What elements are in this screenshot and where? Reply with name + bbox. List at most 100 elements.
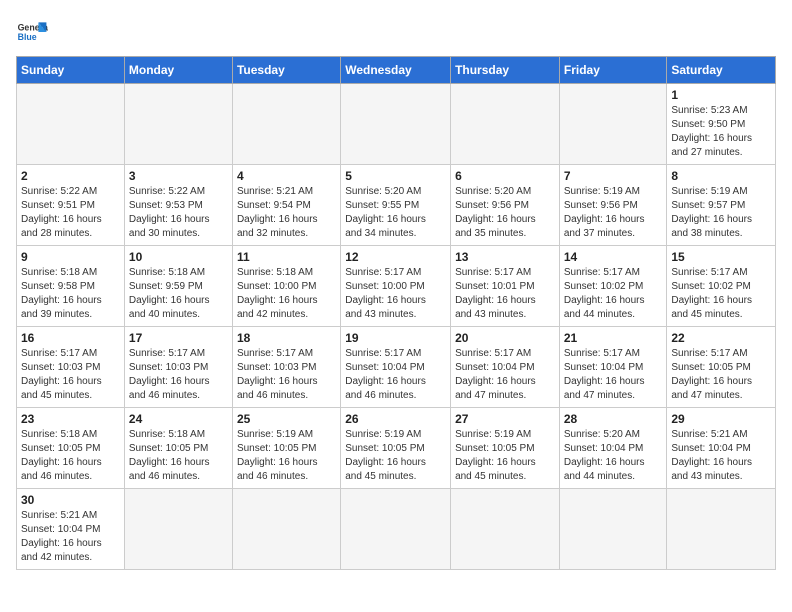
calendar-cell (124, 84, 232, 165)
page-header: General Blue (16, 16, 776, 48)
calendar-cell: 22 Sunrise: 5:17 AM Sunset: 10:05 PM Dayl… (667, 327, 776, 408)
calendar-cell (559, 489, 667, 570)
day-info: Sunrise: 5:17 AM Sunset: 10:04 PM Daylig… (564, 347, 663, 403)
day-number: 7 (564, 169, 663, 183)
weekday-header-monday: Monday (124, 57, 232, 84)
calendar-cell: 1Sunrise: 5:23 AM Sunset: 9:50 PM Daylig… (667, 84, 776, 165)
calendar-table: SundayMondayTuesdayWednesdayThursdayFrid… (16, 56, 776, 570)
calendar-cell: 9 Sunrise: 5:18 AM Sunset: 9:58 PM Daylig… (17, 246, 125, 327)
day-info: Sunrise: 5:17 AM Sunset: 10:04 PM Daylig… (455, 347, 555, 403)
day-number: 24 (129, 412, 228, 426)
weekday-header-row: SundayMondayTuesdayWednesdayThursdayFrid… (17, 57, 776, 84)
day-info: Sunrise: 5:17 AM Sunset: 10:01 PM Daylig… (455, 266, 555, 322)
calendar-cell (341, 489, 451, 570)
day-number: 16 (21, 331, 120, 345)
calendar-cell: 4 Sunrise: 5:21 AM Sunset: 9:54 PM Daylig… (232, 165, 340, 246)
weekday-header-thursday: Thursday (451, 57, 560, 84)
calendar-cell (17, 84, 125, 165)
calendar-cell: 15 Sunrise: 5:17 AM Sunset: 10:02 PM Dayl… (667, 246, 776, 327)
day-number: 1 (671, 88, 771, 102)
calendar-week-row: 9 Sunrise: 5:18 AM Sunset: 9:58 PM Daylig… (17, 246, 776, 327)
day-info: Sunrise: 5:17 AM Sunset: 10:04 PM Daylig… (345, 347, 446, 403)
day-number: 18 (237, 331, 336, 345)
day-info: Sunrise: 5:17 AM Sunset: 10:02 PM Daylig… (564, 266, 663, 322)
day-number: 21 (564, 331, 663, 345)
day-info: Sunrise: 5:17 AM Sunset: 10:02 PM Daylig… (671, 266, 771, 322)
day-info: Sunrise: 5:18 AM Sunset: 10:00 PM Daylig… (237, 266, 336, 322)
day-number: 25 (237, 412, 336, 426)
day-info: Sunrise: 5:20 AM Sunset: 9:55 PM Dayligh… (345, 185, 446, 241)
day-info: Sunrise: 5:22 AM Sunset: 9:53 PM Dayligh… (129, 185, 228, 241)
day-number: 27 (455, 412, 555, 426)
day-number: 17 (129, 331, 228, 345)
calendar-cell (232, 84, 340, 165)
day-info: Sunrise: 5:21 AM Sunset: 10:04 PM Daylig… (671, 428, 771, 484)
day-number: 26 (345, 412, 446, 426)
calendar-cell (451, 84, 560, 165)
day-info: Sunrise: 5:21 AM Sunset: 10:04 PM Daylig… (21, 509, 120, 565)
calendar-cell: 26Sunrise: 5:19 AM Sunset: 10:05 PM Dayl… (341, 408, 451, 489)
weekday-header-sunday: Sunday (17, 57, 125, 84)
day-info: Sunrise: 5:20 AM Sunset: 10:04 PM Daylig… (564, 428, 663, 484)
day-number: 29 (671, 412, 771, 426)
day-info: Sunrise: 5:18 AM Sunset: 10:05 PM Daylig… (129, 428, 228, 484)
day-number: 23 (21, 412, 120, 426)
day-info: Sunrise: 5:19 AM Sunset: 9:57 PM Dayligh… (671, 185, 771, 241)
calendar-week-row: 16 Sunrise: 5:17 AM Sunset: 10:03 PM Dayl… (17, 327, 776, 408)
calendar-cell (451, 489, 560, 570)
weekday-header-tuesday: Tuesday (232, 57, 340, 84)
day-info: Sunrise: 5:17 AM Sunset: 10:00 PM Daylig… (345, 266, 446, 322)
calendar-cell: 3 Sunrise: 5:22 AM Sunset: 9:53 PM Daylig… (124, 165, 232, 246)
day-number: 10 (129, 250, 228, 264)
calendar-cell: 2 Sunrise: 5:22 AM Sunset: 9:51 PM Daylig… (17, 165, 125, 246)
day-info: Sunrise: 5:22 AM Sunset: 9:51 PM Dayligh… (21, 185, 120, 241)
day-number: 20 (455, 331, 555, 345)
day-info: Sunrise: 5:17 AM Sunset: 10:05 PM Daylig… (671, 347, 771, 403)
calendar-cell: 6 Sunrise: 5:20 AM Sunset: 9:56 PM Daylig… (451, 165, 560, 246)
calendar-cell (341, 84, 451, 165)
calendar-cell: 17 Sunrise: 5:17 AM Sunset: 10:03 PM Dayl… (124, 327, 232, 408)
calendar-week-row: 23 Sunrise: 5:18 AM Sunset: 10:05 PM Dayl… (17, 408, 776, 489)
day-number: 6 (455, 169, 555, 183)
calendar-cell: 14Sunrise: 5:17 AM Sunset: 10:02 PM Dayl… (559, 246, 667, 327)
day-number: 9 (21, 250, 120, 264)
calendar-cell: 24 Sunrise: 5:18 AM Sunset: 10:05 PM Dayl… (124, 408, 232, 489)
day-number: 19 (345, 331, 446, 345)
calendar-cell: 12 Sunrise: 5:17 AM Sunset: 10:00 PM Dayl… (341, 246, 451, 327)
day-number: 5 (345, 169, 446, 183)
day-number: 22 (671, 331, 771, 345)
day-number: 28 (564, 412, 663, 426)
calendar-cell: 16Sunrise: 5:17 AM Sunset: 10:03 PM Dayl… (17, 327, 125, 408)
day-info: Sunrise: 5:21 AM Sunset: 9:54 PM Dayligh… (237, 185, 336, 241)
weekday-header-wednesday: Wednesday (341, 57, 451, 84)
day-number: 11 (237, 250, 336, 264)
day-info: Sunrise: 5:18 AM Sunset: 9:58 PM Dayligh… (21, 266, 120, 322)
calendar-cell (559, 84, 667, 165)
day-number: 15 (671, 250, 771, 264)
day-number: 30 (21, 493, 120, 507)
day-number: 3 (129, 169, 228, 183)
calendar-week-row: 2 Sunrise: 5:22 AM Sunset: 9:51 PM Daylig… (17, 165, 776, 246)
calendar-cell (232, 489, 340, 570)
day-number: 12 (345, 250, 446, 264)
day-number: 4 (237, 169, 336, 183)
day-info: Sunrise: 5:19 AM Sunset: 10:05 PM Daylig… (455, 428, 555, 484)
calendar-cell (667, 489, 776, 570)
calendar-cell: 10Sunrise: 5:18 AM Sunset: 9:59 PM Dayli… (124, 246, 232, 327)
logo: General Blue (16, 16, 48, 48)
day-info: Sunrise: 5:17 AM Sunset: 10:03 PM Daylig… (237, 347, 336, 403)
calendar-cell: 18 Sunrise: 5:17 AM Sunset: 10:03 PM Dayl… (232, 327, 340, 408)
day-info: Sunrise: 5:20 AM Sunset: 9:56 PM Dayligh… (455, 185, 555, 241)
day-info: Sunrise: 5:18 AM Sunset: 10:05 PM Daylig… (21, 428, 120, 484)
day-info: Sunrise: 5:17 AM Sunset: 10:03 PM Daylig… (129, 347, 228, 403)
calendar-cell: 25 Sunrise: 5:19 AM Sunset: 10:05 PM Dayl… (232, 408, 340, 489)
calendar-cell: 7Sunrise: 5:19 AM Sunset: 9:56 PM Daylig… (559, 165, 667, 246)
logo-icon: General Blue (16, 16, 48, 48)
calendar-cell: 28 Sunrise: 5:20 AM Sunset: 10:04 PM Dayl… (559, 408, 667, 489)
calendar-cell (124, 489, 232, 570)
day-info: Sunrise: 5:19 AM Sunset: 10:05 PM Daylig… (237, 428, 336, 484)
day-number: 2 (21, 169, 120, 183)
calendar-cell: 29 Sunrise: 5:21 AM Sunset: 10:04 PM Dayl… (667, 408, 776, 489)
calendar-week-row: 1Sunrise: 5:23 AM Sunset: 9:50 PM Daylig… (17, 84, 776, 165)
calendar-cell: 20 Sunrise: 5:17 AM Sunset: 10:04 PM Dayl… (451, 327, 560, 408)
